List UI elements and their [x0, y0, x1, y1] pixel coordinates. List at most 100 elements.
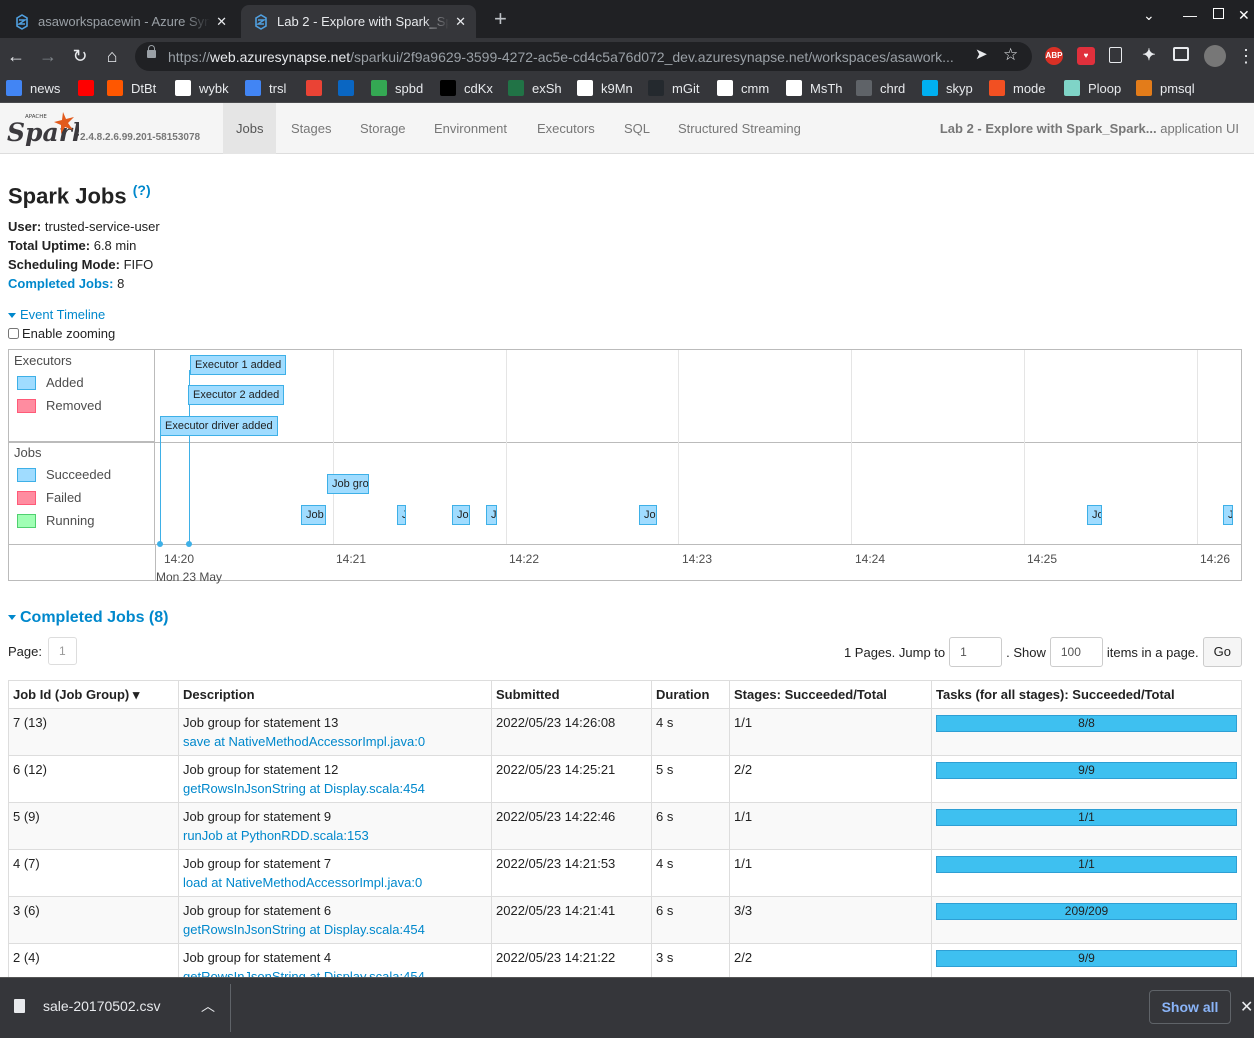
- col-tasks[interactable]: Tasks (for all stages): Succeeded/Total: [931, 680, 1242, 709]
- stages-cell: 2/2: [729, 943, 932, 977]
- job-detail-link[interactable]: getRowsInJsonString at Display.scala:454: [183, 920, 487, 939]
- new-tab-button[interactable]: +: [494, 8, 507, 30]
- pagination-controls: 1 Pages. Jump to . Show items in a page.…: [844, 637, 1242, 667]
- timeline-job[interactable]: J: [1223, 505, 1233, 525]
- extensions-puzzle-icon[interactable]: ✦: [1140, 47, 1158, 65]
- jump-to-page-input[interactable]: [949, 637, 1003, 667]
- download-item[interactable]: sale-20170502.csv: [14, 998, 161, 1014]
- bookmark-item[interactable]: [338, 80, 362, 96]
- col-description[interactable]: Description: [178, 680, 492, 709]
- bookmark-item[interactable]: [306, 80, 330, 96]
- close-window-icon[interactable]: ✕: [1238, 7, 1250, 24]
- bookmark-item[interactable]: trsl: [245, 80, 286, 96]
- nav-environment[interactable]: Environment: [421, 103, 520, 154]
- job-detail-link[interactable]: getRowsInJsonString at Display.scala:454: [183, 779, 487, 798]
- job-description: Job group for statement 6: [183, 903, 332, 918]
- bookmark-item[interactable]: [78, 80, 102, 96]
- legend-failed: Failed: [17, 490, 81, 505]
- bookmark-item[interactable]: k9Mn: [577, 80, 633, 96]
- executor-2-added-event[interactable]: Executor 2 added: [188, 385, 285, 405]
- nav-structured-streaming[interactable]: Structured Streaming: [665, 103, 814, 154]
- executor-1-added-event[interactable]: Executor 1 added: [190, 355, 287, 375]
- close-tab-icon[interactable]: ✕: [455, 14, 466, 30]
- job-detail-link[interactable]: load at NativeMethodAccessorImpl.java:0: [183, 873, 487, 892]
- reload-icon[interactable]: ↻: [68, 44, 92, 68]
- job-detail-link[interactable]: getRowsInJsonString at Display.scala:454: [183, 967, 487, 977]
- tab-lab2[interactable]: Lab 2 - Explore with Spark_Spark applica…: [241, 5, 476, 38]
- bookmark-item[interactable]: pmsql: [1136, 80, 1195, 96]
- executor-driver-added-event[interactable]: Executor driver added: [160, 416, 278, 436]
- show-all-button[interactable]: Show all: [1149, 990, 1231, 1024]
- address-bar[interactable]: https://web.azuresynapse.net/sparkui/2f9…: [135, 42, 1032, 71]
- download-filename: sale-20170502.csv: [43, 998, 161, 1014]
- tab-asaworkspace[interactable]: asaworkspacewin - Azure Synapse Analytic…: [2, 5, 237, 38]
- bookmark-item[interactable]: cmm: [717, 80, 769, 96]
- bookmark-label: k9Mn: [601, 80, 633, 96]
- profile-avatar[interactable]: [1204, 45, 1226, 67]
- maximize-icon[interactable]: [1213, 8, 1224, 19]
- nav-storage[interactable]: Storage: [347, 103, 419, 154]
- nav-jobs[interactable]: Jobs: [223, 103, 277, 154]
- timeline-job[interactable]: Jo: [639, 505, 657, 525]
- job-detail-link[interactable]: runJob at PythonRDD.scala:153: [183, 826, 487, 845]
- legend-removed: Removed: [17, 398, 102, 413]
- bookmark-item[interactable]: news: [6, 80, 60, 96]
- enable-zooming-checkbox[interactable]: [8, 328, 19, 339]
- forward-icon[interactable]: →: [36, 44, 60, 68]
- completed-jobs-link[interactable]: Completed Jobs:: [8, 276, 113, 291]
- nav-sql[interactable]: SQL: [611, 103, 663, 154]
- adblock-icon[interactable]: ABP: [1045, 47, 1063, 65]
- bookmark-item[interactable]: Ploop: [1064, 80, 1121, 96]
- timeline-job[interactable]: Job: [301, 505, 326, 525]
- go-button[interactable]: Go: [1202, 637, 1242, 667]
- bookmark-item[interactable]: mGit: [648, 80, 699, 96]
- bookmark-item[interactable]: exSh: [508, 80, 562, 96]
- sidebar-icon[interactable]: [1173, 47, 1189, 61]
- spark-logo[interactable]: APACHE Spark: [7, 110, 89, 149]
- job-detail-link[interactable]: save at NativeMethodAccessorImpl.java:0: [183, 732, 487, 751]
- menu-icon[interactable]: ⋮: [1234, 44, 1254, 68]
- home-icon[interactable]: ⌂: [100, 44, 124, 68]
- col-submitted[interactable]: Submitted: [491, 680, 652, 709]
- close-tab-icon[interactable]: ✕: [216, 14, 227, 30]
- description-cell: Job group for statement 12 getRowsInJsonS…: [178, 755, 492, 803]
- pushbullet-icon[interactable]: ♥: [1077, 47, 1095, 65]
- clipboard-icon[interactable]: [1109, 47, 1122, 63]
- timeline-job-group[interactable]: Job gro: [327, 474, 369, 494]
- close-download-bar-icon[interactable]: ✕: [1240, 997, 1253, 1017]
- bookmark-item[interactable]: spbd: [371, 80, 423, 96]
- uptime-value: 6.8 min: [93, 238, 137, 253]
- timeline-job[interactable]: J: [486, 505, 497, 525]
- nav-executors[interactable]: Executors: [524, 103, 608, 154]
- chevron-up-icon[interactable]: ︿: [201, 996, 215, 1016]
- bookmark-item[interactable]: cdKx: [440, 80, 493, 96]
- bookmark-favicon-icon: [440, 80, 456, 96]
- bookmark-item[interactable]: wybk: [175, 80, 229, 96]
- timeline-job[interactable]: J: [397, 505, 406, 525]
- bookmark-item[interactable]: mode: [989, 80, 1046, 96]
- tab-search-icon[interactable]: ⌄: [1143, 7, 1155, 24]
- col-duration[interactable]: Duration: [651, 680, 730, 709]
- job-id-cell: 7 (13): [8, 708, 179, 756]
- timeline-job[interactable]: Jo: [1087, 505, 1102, 525]
- executor-marker-line: [160, 436, 161, 546]
- back-icon[interactable]: ←: [4, 44, 28, 68]
- nav-stages[interactable]: Stages: [278, 103, 344, 154]
- bookmark-item[interactable]: DtBt: [107, 80, 156, 96]
- send-icon[interactable]: ➤: [975, 45, 988, 63]
- page-number-button[interactable]: 1: [47, 637, 77, 665]
- minimize-icon[interactable]: —: [1183, 7, 1197, 23]
- bookmark-item[interactable]: skyp: [922, 80, 973, 96]
- bookmark-star-icon[interactable]: ☆: [1003, 45, 1018, 65]
- bookmark-item[interactable]: MsTh: [786, 80, 843, 96]
- completed-jobs-toggle[interactable]: Completed Jobs (8): [8, 609, 168, 627]
- bookmark-item[interactable]: chrd: [856, 80, 905, 96]
- description-cell: Job group for statement 9 runJob at Pytho…: [178, 802, 492, 850]
- help-link[interactable]: (?): [133, 182, 151, 198]
- col-job-id[interactable]: Job Id (Job Group) ▾: [8, 680, 179, 709]
- event-timeline-toggle[interactable]: Event Timeline: [8, 307, 105, 322]
- page-size-input[interactable]: [1049, 637, 1103, 667]
- timeline-job[interactable]: Jo: [452, 505, 470, 525]
- axis-tick: 14:26: [1200, 552, 1231, 566]
- col-stages[interactable]: Stages: Succeeded/Total: [729, 680, 932, 709]
